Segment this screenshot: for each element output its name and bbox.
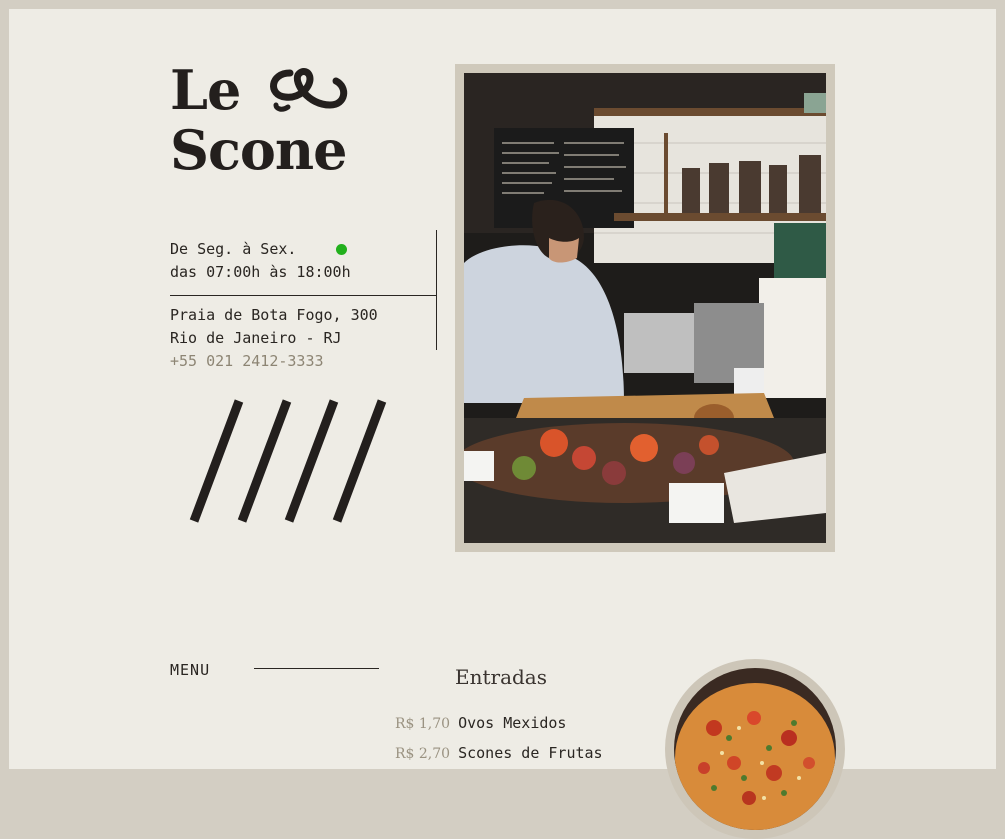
opening-hours: De Seg. à Sex. das 07:00h às 18:00h	[170, 238, 351, 284]
address-block: Praia de Bota Fogo, 300 Rio de Janeiro -…	[170, 304, 378, 373]
opening-days: De Seg. à Sex.	[170, 240, 297, 258]
menu-section-title: Entradas	[455, 665, 547, 689]
decorative-slashes-icon	[189, 399, 387, 523]
menu-heading: MENU	[170, 661, 211, 679]
open-status-dot-icon	[336, 244, 348, 255]
menu-item-price: R$ 1,70	[395, 716, 451, 732]
menu-item-name: Scones de Frutas	[458, 744, 603, 762]
menu-divider	[254, 668, 379, 669]
menu-item-price: R$ 2,70	[395, 746, 451, 762]
page: Le Scone De Seg. à Sex. das 07:00h às 18…	[9, 9, 996, 839]
phone-link[interactable]: +55 021 2412-3333	[170, 350, 378, 373]
menu-item-name: Ovos Mexidos	[458, 714, 567, 732]
divider-horizontal	[170, 295, 436, 296]
menu-item[interactable]: R$ 2,70 Scones de Frutas	[395, 739, 603, 769]
dish-photo-frame	[665, 659, 845, 839]
swirl-logo-icon	[270, 68, 348, 112]
menu-list: R$ 1,70 Ovos Mexidos R$ 2,70 Scones de F…	[395, 709, 603, 769]
brand-logo[interactable]: Le Scone	[170, 60, 350, 180]
menu-item[interactable]: R$ 1,70 Ovos Mexidos	[395, 709, 603, 739]
brand-line-2: Scone	[170, 118, 348, 182]
address-city: Rio de Janeiro - RJ	[170, 329, 342, 347]
brand-line-1: Le	[170, 58, 241, 122]
divider-vertical	[436, 230, 437, 350]
address-street: Praia de Bota Fogo, 300	[170, 306, 378, 324]
dish-photo	[674, 668, 836, 830]
cafe-barista-photo	[464, 73, 826, 543]
opening-time: das 07:00h às 18:00h	[170, 263, 351, 281]
cafe-photo-frame	[455, 64, 835, 552]
